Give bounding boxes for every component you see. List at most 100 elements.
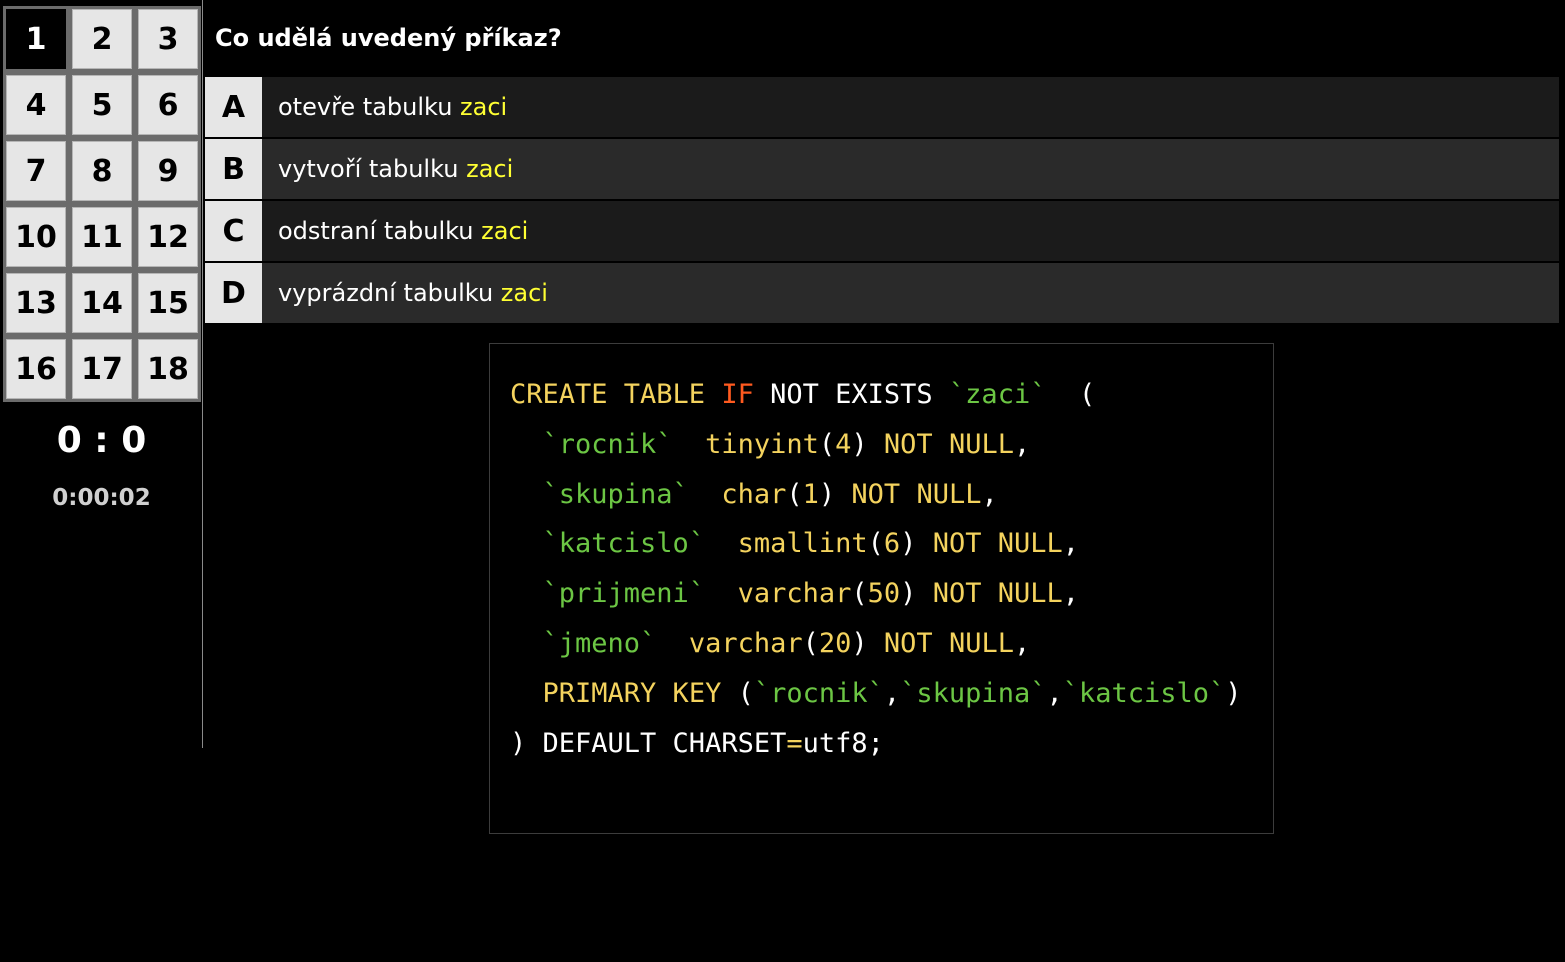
answer-text-main: vytvoří tabulku [278,155,467,183]
answer-text-main: otevře tabulku [278,93,461,121]
answer-text: vyprázdní tabulku zaci [262,279,548,307]
code-token: NOT NULL [851,478,982,510]
question-number-9[interactable]: 9 [138,141,198,201]
code-token: NOT NULL [932,578,1063,610]
answer-text: otevře tabulku zaci [262,93,507,121]
code-token: `jmeno` [542,627,657,659]
code-token: `rocnik` [542,428,673,460]
code-token: , [883,677,901,709]
question-text: Co udělá uvedený příkaz? [215,24,562,52]
answer-option-a[interactable]: A otevře tabulku zaci [205,77,1559,137]
code-token: ( [786,478,803,510]
code-token: 6 [883,528,901,560]
question-number-16[interactable]: 16 [6,339,66,399]
question-sidebar: 1 2 3 4 5 6 7 8 9 10 11 12 13 14 15 16 17 18 0 : 0 0:00:0… [0,0,203,748]
code-token: CREATE TABLE [510,379,722,410]
code-token: ) [851,428,884,460]
code-token: varchar [737,578,852,610]
question-number-15[interactable]: 15 [138,273,198,333]
question-number-8[interactable]: 8 [72,141,132,201]
code-token: ) [900,528,933,560]
question-number-4[interactable]: 4 [6,75,66,135]
code-token: 50 [867,578,901,610]
answer-letter: D [205,263,262,323]
code-token: ( [867,528,884,560]
answer-table-name: zaci [500,279,548,307]
question-number-14[interactable]: 14 [72,273,132,333]
sql-code: CREATE TABLE IF NOT EXISTS `zaci` ( `roc… [510,370,1242,768]
elapsed-timer: 0:00:02 [52,485,151,511]
code-token: PRIMARY KEY [542,677,722,709]
question-number-2[interactable]: 2 [72,9,132,69]
question-number-17[interactable]: 17 [72,339,132,399]
answer-text-main: vyprázdní tabulku [278,279,501,307]
question-number-11[interactable]: 11 [72,207,132,267]
code-token: ( [802,627,819,659]
question-number-5[interactable]: 5 [72,75,132,135]
question-number-12[interactable]: 12 [138,207,198,267]
answer-text: odstraní tabulku zaci [262,217,528,245]
code-line: `katcislo` smallint(6) NOT NULL, [510,519,1242,569]
code-line: PRIMARY KEY (`rocnik`,`skupina`,`katcisl… [510,669,1242,719]
code-token: ) DEFAULT CHARSET [510,727,787,759]
code-token: ) [1225,677,1242,709]
answer-table-name: zaci [466,155,514,183]
code-token: 20 [818,627,852,659]
answer-letter: A [205,77,262,137]
code-token: `prijmeni` [542,578,706,610]
code-line: CREATE TABLE IF NOT EXISTS `zaci` ( [510,370,1242,420]
code-token: NOT NULL [883,627,1014,659]
code-token: `skupina` [900,677,1047,709]
question-number-6[interactable]: 6 [138,75,198,135]
code-line: `prijmeni` varchar(50) NOT NULL, [510,569,1242,619]
code-token: , [981,478,998,510]
code-token: smallint [737,528,868,560]
answer-option-c[interactable]: C odstraní tabulku zaci [205,201,1559,261]
question-number-7[interactable]: 7 [6,141,66,201]
code-token: ( [851,578,868,610]
answer-text-main: odstraní tabulku [278,217,482,245]
code-token: NOT NULL [932,528,1063,560]
code-token: ( [1046,379,1096,410]
code-token: = [786,727,803,759]
code-token: 1 [802,478,819,510]
question-number-1[interactable]: 1 [6,9,66,69]
code-token: , [1062,528,1079,560]
code-line: `jmeno` varchar(20) NOT NULL, [510,619,1242,669]
question-number-18[interactable]: 18 [138,339,198,399]
code-token: NOT EXISTS [753,379,949,410]
code-token: char [721,478,787,510]
answer-letter: C [205,201,262,261]
answer-option-d[interactable]: D vyprázdní tabulku zaci [205,263,1559,323]
code-token: ( [818,428,836,460]
code-token: tinyint [705,428,819,460]
code-token: IF [721,379,754,410]
code-token: , [1046,677,1063,709]
code-token: , [1013,627,1031,659]
code-line: ) DEFAULT CHARSET=utf8; [510,719,1242,769]
code-token: , [1013,428,1031,460]
code-token: ) [851,627,884,659]
code-token: , [1062,578,1079,610]
question-number-13[interactable]: 13 [6,273,66,333]
answer-option-b[interactable]: B vytvoří tabulku zaci [205,139,1559,199]
answer-table-name: zaci [481,217,529,245]
score-display: 0 : 0 [56,420,147,461]
code-token: `katcislo` [1062,677,1226,709]
question-number-10[interactable]: 10 [6,207,66,267]
question-number-grid: 1 2 3 4 5 6 7 8 9 10 11 12 13 14 15 16 17 18 [3,6,201,402]
code-token: `skupina` [542,478,689,510]
code-token: varchar [688,627,803,659]
answer-letter: B [205,139,262,199]
code-token: `zaci` [948,379,1047,410]
question-number-3[interactable]: 3 [138,9,198,69]
code-token: 4 [835,428,852,460]
